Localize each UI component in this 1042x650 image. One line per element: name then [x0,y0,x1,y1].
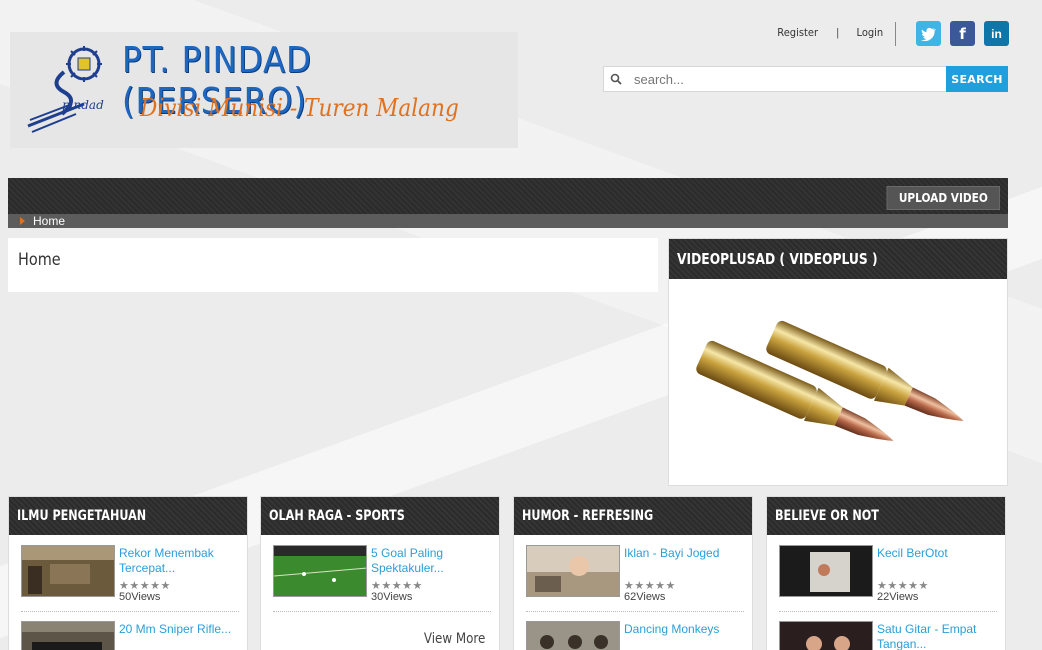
site-logo[interactable]: pindad PT. PINDAD (PERSERO) Divisi Munis… [10,32,518,148]
category-title: BELIEVE OR NOT [775,508,879,524]
register-link[interactable]: Register [777,26,818,39]
video-title-link[interactable]: Satu Gitar - Empat Tangan... [877,622,997,650]
social-divider [895,22,896,46]
bullets-illustration [696,320,964,441]
video-item[interactable]: 20 Mm Sniper Rifle... [21,621,239,650]
search-icon [604,67,628,91]
category-header: OLAH RAGA - SPORTS [261,497,499,535]
video-item[interactable]: Dancing Monkeys [526,621,744,650]
video-thumbnail[interactable] [526,621,620,650]
view-count: 62Views [624,591,666,603]
category-title: ILMU PENGETAHUAN [17,508,147,524]
twitter-icon[interactable] [916,21,941,46]
video-item[interactable]: Iklan - Bayi Joged ★★★★★ 62Views [526,545,744,612]
video-title-link[interactable]: 5 Goal Paling Spektakuler... [371,546,491,576]
search-input[interactable] [628,71,946,87]
video-thumbnail[interactable] [779,621,873,650]
breadcrumb: Home [8,214,1008,228]
main-navbar: UPLOAD VIDEO [8,178,1008,214]
breadcrumb-home-link[interactable]: Home [33,214,65,228]
upload-video-button[interactable]: UPLOAD VIDEO [886,186,1000,210]
logo-subtitle: Divisi Munisi - Turen Malang [140,94,459,122]
home-panel: Home [8,238,658,292]
login-link[interactable]: Login [857,26,884,39]
video-thumbnail[interactable] [21,545,115,597]
linkedin-icon[interactable]: in [984,21,1009,46]
bullets-ad-image[interactable] [669,279,1007,485]
pindad-emblem-icon [27,46,102,133]
video-item[interactable]: Satu Gitar - Empat Tangan... [779,621,997,650]
search-button[interactable]: SEARCH [946,66,1008,92]
twitter-bird-icon [920,27,936,41]
videoplusad-title: VIDEOPLUSAD ( VIDEOPLUS ) [677,250,878,268]
category-believe-or-not: BELIEVE OR NOT Kecil BerOtot ★★★★★ 22Vie… [766,496,1006,650]
category-header: BELIEVE OR NOT [767,497,1005,535]
video-thumbnail[interactable] [779,545,873,597]
video-title-link[interactable]: Kecil BerOtot [877,546,997,561]
account-links: Register | Login [775,26,885,39]
facebook-glyph: f [959,24,966,43]
category-olah-raga: OLAH RAGA - SPORTS 5 Goal Paling Spektak… [260,496,500,650]
videoplusad-header: VIDEOPLUSAD ( VIDEOPLUS ) [669,239,1007,279]
category-title: HUMOR - REFRESING [522,508,654,524]
video-item[interactable]: 5 Goal Paling Spektakuler... ★★★★★ 30Vie… [273,545,491,612]
search-box [603,66,947,92]
view-more-link[interactable]: View More [423,631,485,647]
logo-mark-text: pindad [62,98,104,112]
video-item[interactable]: Kecil BerOtot ★★★★★ 22Views [779,545,997,612]
video-title-link[interactable]: 20 Mm Sniper Rifle... [119,622,239,637]
video-title-link[interactable]: Iklan - Bayi Joged [624,546,744,561]
facebook-icon[interactable]: f [950,21,975,46]
page-title: Home [18,250,61,270]
link-separator: | [836,26,840,39]
breadcrumb-arrow-icon [20,217,25,225]
view-count: 50Views [119,591,161,603]
view-count: 22Views [877,591,919,603]
video-title-link[interactable]: Rekor Menembak Tercepat... [119,546,239,576]
category-title: OLAH RAGA - SPORTS [269,508,405,524]
linkedin-glyph: in [991,26,1002,41]
view-count: 30Views [371,591,413,603]
video-thumbnail[interactable] [21,621,115,650]
video-thumbnail[interactable] [273,545,367,597]
videoplusad-panel: VIDEOPLUSAD ( VIDEOPLUS ) [668,238,1008,486]
category-header: HUMOR - REFRESING [514,497,752,535]
category-header: ILMU PENGETAHUAN [9,497,247,535]
video-title-link[interactable]: Dancing Monkeys [624,622,744,637]
video-item[interactable]: Rekor Menembak Tercepat... ★★★★★ 50Views [21,545,239,612]
video-thumbnail[interactable] [526,545,620,597]
category-humor: HUMOR - REFRESING Iklan - Bayi Joged ★★★… [513,496,753,650]
category-ilmu-pengetahuan: ILMU PENGETAHUAN Rekor Menembak Tercepat… [8,496,248,650]
